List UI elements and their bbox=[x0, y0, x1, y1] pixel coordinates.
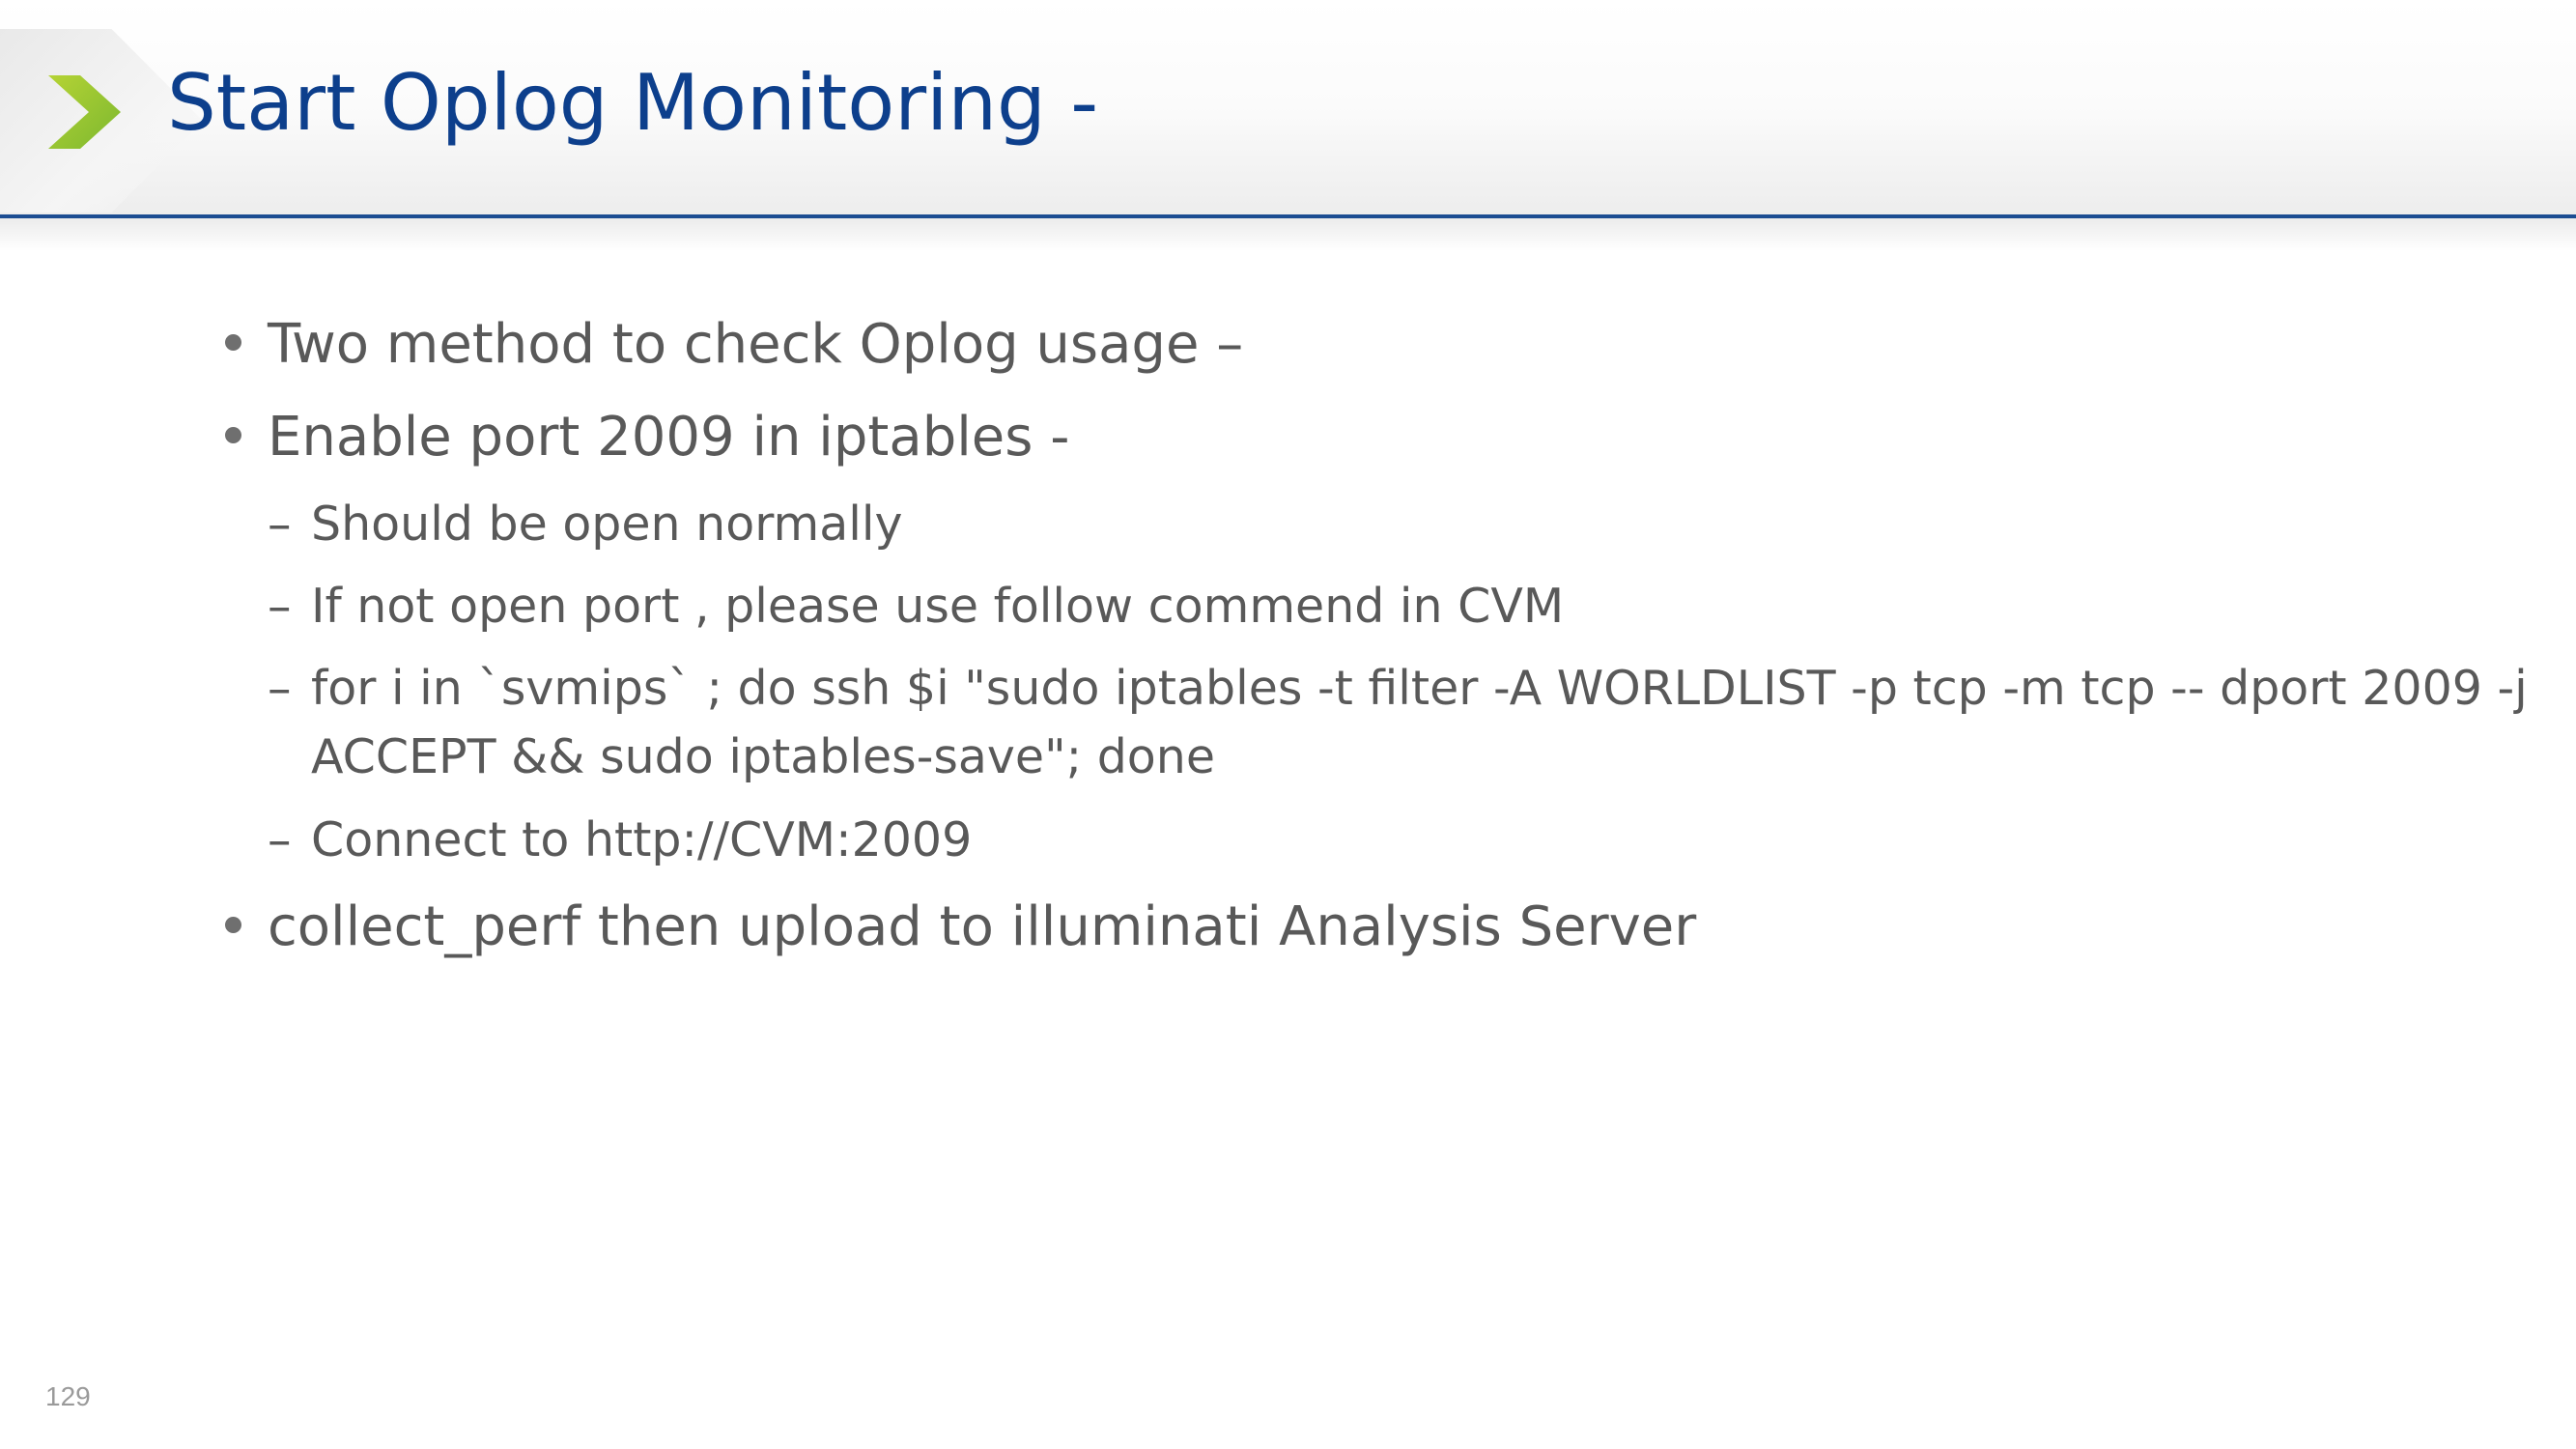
sub-bullet-dash: – bbox=[268, 661, 292, 716]
slide-title: Start Oplog Monitoring - bbox=[167, 58, 1099, 148]
chevron-right-icon bbox=[48, 75, 121, 149]
sub-bullet-text: for i in `svmips` ; do ssh $i "sudo ipta… bbox=[311, 661, 2528, 716]
page-number: 129 bbox=[45, 1381, 91, 1411]
sub-bullet-dash: – bbox=[268, 497, 292, 552]
bullet-dot-icon bbox=[225, 427, 241, 443]
bullet-text: Two method to check Oplog usage – bbox=[268, 313, 1244, 376]
sub-bullet-text: Should be open normally bbox=[311, 497, 903, 552]
bullet-text: collect_perf then upload to illuminati A… bbox=[268, 895, 1697, 958]
sub-bullet-dash: – bbox=[268, 812, 292, 867]
sub-bullet-text: Connect to http://CVM:2009 bbox=[311, 812, 973, 867]
sub-bullet-dash: – bbox=[268, 579, 292, 634]
bullet-text: Enable port 2009 in iptables - bbox=[268, 406, 1070, 469]
bullet-dot-icon bbox=[225, 334, 241, 351]
title-divider-shadow bbox=[0, 218, 2576, 251]
sub-bullet-text: If not open port , please use follow com… bbox=[311, 579, 1565, 634]
sub-bullet-text-continuation: ACCEPT && sudo iptables-save"; done bbox=[311, 729, 1215, 784]
bullet-dot-icon bbox=[225, 917, 241, 933]
